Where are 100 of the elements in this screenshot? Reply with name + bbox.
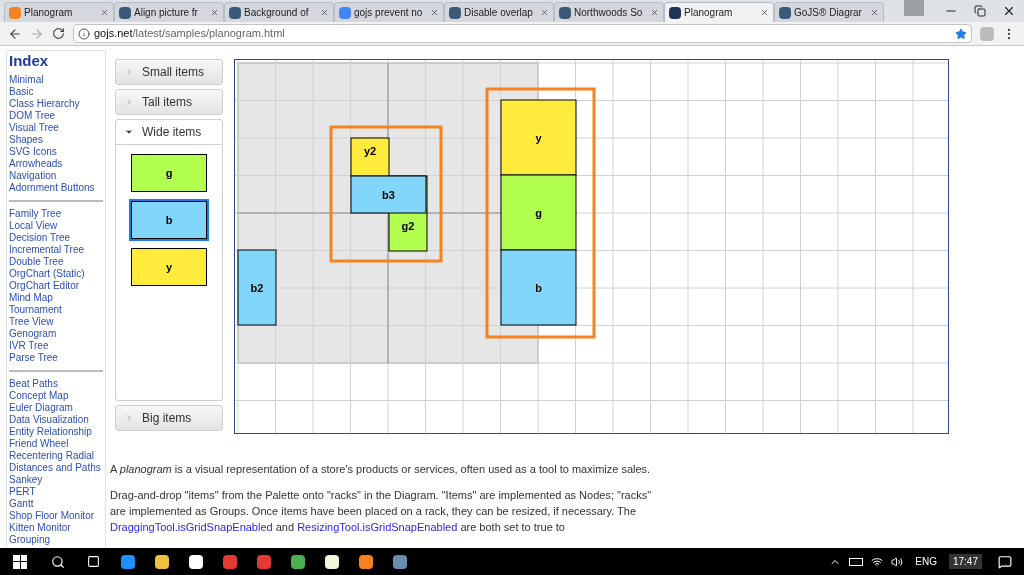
- address-field[interactable]: gojs.net/latest/samples/planogram.html: [73, 24, 972, 43]
- index-title: Index: [9, 51, 50, 71]
- taskbar-app-icon[interactable]: [155, 554, 169, 569]
- caret-icon: [124, 67, 134, 77]
- palette-section-header[interactable]: Wide items: [115, 119, 223, 145]
- bookmark-star-icon[interactable]: [955, 27, 967, 40]
- close-icon[interactable]: [1002, 4, 1016, 18]
- index-link[interactable]: Incremental Tree: [9, 244, 103, 256]
- index-link[interactable]: Double Tree: [9, 256, 103, 268]
- speaker-icon[interactable]: [891, 555, 904, 568]
- index-link[interactable]: Minimal: [9, 74, 103, 86]
- index-link[interactable]: Euler Diagram: [9, 402, 103, 414]
- browser-tab[interactable]: GoJS® Diagrar: [774, 2, 884, 22]
- restore-icon[interactable]: [974, 5, 986, 17]
- taskbar-app-icon[interactable]: [291, 554, 305, 569]
- taskbar-app-icon[interactable]: [189, 554, 203, 569]
- item-node[interactable]: g: [500, 174, 577, 251]
- palette-section-header[interactable]: Tall items: [115, 89, 223, 115]
- index-link[interactable]: Beat Paths: [9, 378, 103, 390]
- taskbar-app-icon[interactable]: [359, 554, 373, 569]
- details-paragraph: Drag-and-drop "items" from the Palette onto "racks" in the Diagram. "Items" are implemented as Nodes; "racks" are implemented as Groups. Once items have been placed on a rack, they can be resized, if necessary. The DraggingTool.isGridSnapEnabled and ResizingTool.isGridSnapEnabled are both set to true to: [110, 488, 653, 535]
- tab-title: Disable overlap: [464, 6, 534, 20]
- search-icon[interactable]: [51, 554, 65, 569]
- url-text: gojs.net/latest/samples/planogram.html: [94, 26, 285, 42]
- wifi-icon[interactable]: [871, 555, 884, 568]
- palette-item[interactable]: y: [131, 248, 207, 286]
- clock[interactable]: 17:47: [948, 554, 982, 569]
- index-link[interactable]: Class Hierarchy: [9, 98, 103, 110]
- index-link[interactable]: Shapes: [9, 134, 103, 146]
- index-link[interactable]: Shop Floor Monitor: [9, 510, 103, 522]
- reload-icon[interactable]: [52, 27, 65, 40]
- index-link[interactable]: Local View: [9, 220, 103, 232]
- item-node[interactable]: y2: [350, 137, 390, 177]
- browser-tab[interactable]: Northwoods So: [554, 2, 664, 22]
- index-link[interactable]: Parse Tree: [9, 352, 103, 364]
- index-link[interactable]: Navigation: [9, 170, 103, 182]
- index-link[interactable]: PERT: [9, 486, 103, 498]
- caret-icon: [124, 413, 134, 423]
- start-icon[interactable]: [13, 554, 27, 569]
- index-link[interactable]: OrgChart (Static): [9, 268, 103, 280]
- caret-icon: [124, 97, 134, 107]
- palette-item[interactable]: b: [131, 201, 207, 239]
- item-node[interactable]: y: [500, 99, 577, 176]
- tab-title: Background of: [244, 6, 310, 20]
- index-link[interactable]: OrgChart Editor: [9, 280, 103, 292]
- browser-tab[interactable]: Planogram: [4, 2, 114, 22]
- browser-tab[interactable]: Disable overlap: [444, 2, 554, 22]
- item-node[interactable]: b2: [237, 249, 277, 326]
- item-node[interactable]: b: [500, 249, 577, 326]
- index-link[interactable]: SVG Icons: [9, 146, 103, 158]
- tab-title: Planogram: [24, 6, 74, 20]
- index-link[interactable]: DOM Tree: [9, 110, 103, 122]
- index-link[interactable]: Decision Tree: [9, 232, 103, 244]
- tab-title: Align picture fr: [134, 6, 199, 20]
- index-link[interactable]: Adornment Buttons: [9, 182, 103, 194]
- index-link[interactable]: Basic: [9, 86, 103, 98]
- notifications-icon[interactable]: [998, 554, 1012, 569]
- index-link[interactable]: Concept Map: [9, 390, 103, 402]
- back-icon[interactable]: [8, 26, 22, 41]
- index-link[interactable]: Gantt: [9, 498, 103, 510]
- index-link[interactable]: Friend Wheel: [9, 438, 103, 450]
- taskbar-app-icon[interactable]: [393, 554, 407, 569]
- index-link[interactable]: Family Tree: [9, 208, 103, 220]
- index-link[interactable]: Distances and Paths: [9, 462, 103, 474]
- palette-section-header[interactable]: Big items: [115, 405, 223, 431]
- index-link[interactable]: Visual Tree: [9, 122, 103, 134]
- tab-title: Planogram: [684, 6, 734, 20]
- index-link[interactable]: Kitten Monitor: [9, 522, 103, 534]
- api-link[interactable]: DraggingTool.isGridSnapEnabled: [110, 521, 273, 533]
- task-view-icon[interactable]: [87, 555, 100, 568]
- palette-item[interactable]: g: [131, 154, 207, 192]
- index-link[interactable]: Tree View: [9, 316, 103, 328]
- index-link[interactable]: Mind Map: [9, 292, 103, 304]
- browser-tab[interactable]: Planogram: [664, 2, 774, 22]
- info-icon[interactable]: [78, 27, 90, 40]
- index-link[interactable]: Genogram: [9, 328, 103, 340]
- taskbar-app-icon[interactable]: [121, 554, 135, 569]
- index-link[interactable]: Data Visualization: [9, 414, 103, 426]
- intro-paragraph: A planogram is a visual representation of a store's products or services, often used as a tool to maximize sales.: [110, 462, 652, 477]
- tab-title: Northwoods So: [574, 6, 644, 20]
- index-link[interactable]: Grouping: [9, 534, 103, 546]
- language-indicator[interactable]: ENG: [915, 554, 937, 569]
- tab-title: GoJS® Diagrar: [794, 6, 863, 20]
- index-link[interactable]: Arrowheads: [9, 158, 103, 170]
- api-link[interactable]: ResizingTool.isGridSnapEnabled: [297, 521, 458, 533]
- browser-tab[interactable]: Background of: [224, 2, 334, 22]
- browser-tab[interactable]: gojs prevent no: [334, 2, 444, 22]
- caret-icon: [124, 127, 134, 137]
- tab-title: gojs prevent no: [354, 6, 424, 20]
- palette-section-header[interactable]: Small items: [115, 59, 223, 85]
- diagram-canvas[interactable]: b2 y2 g2 b3 y g b: [234, 59, 949, 434]
- taskbar-app-icon[interactable]: [325, 554, 339, 569]
- index-link[interactable]: Recentering Radial: [9, 450, 103, 462]
- index-link[interactable]: Tournament: [9, 304, 103, 316]
- item-node[interactable]: b3: [350, 175, 427, 214]
- index-link[interactable]: Sankey: [9, 474, 103, 486]
- index-link[interactable]: IVR Tree: [9, 340, 103, 352]
- battery-icon[interactable]: [849, 557, 864, 566]
- browser-tab[interactable]: Align picture fr: [114, 2, 224, 22]
- index-link[interactable]: Entity Relationship: [9, 426, 103, 438]
